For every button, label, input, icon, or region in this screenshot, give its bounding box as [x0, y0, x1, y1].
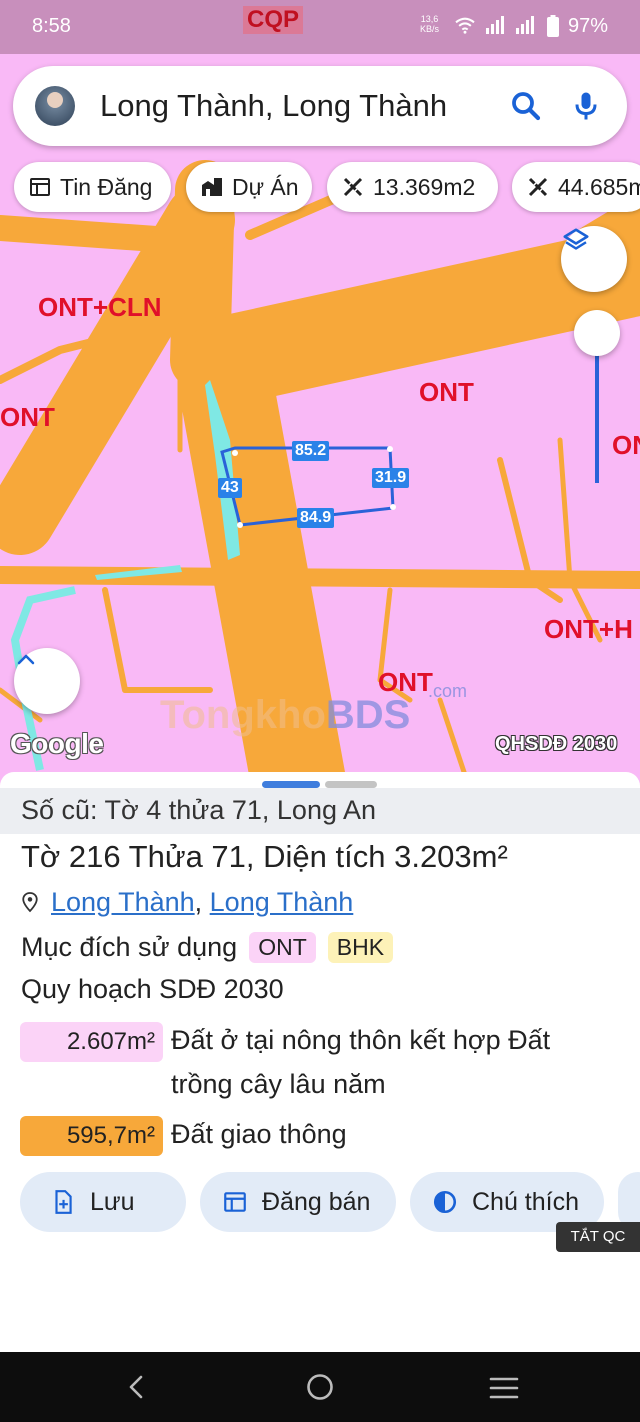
area-value: 595,7m² [20, 1116, 163, 1156]
opacity-slider-handle[interactable] [574, 310, 620, 356]
location-link-district[interactable]: Long Thành [51, 887, 195, 917]
parcel-info-sheet: Số cũ: Tờ 4 thửa 71, Long An Tờ 216 Thửa… [0, 772, 640, 1352]
search-bar[interactable]: Long Thành, Long Thành [13, 66, 627, 146]
chip-distance-measure[interactable]: 44.685m [512, 162, 640, 212]
status-bar: 8:58 CQP 13,6 KB/s 97% [0, 0, 640, 54]
zone-label-ont-h: ONT+H [544, 614, 633, 644]
dimension-label: 43 [218, 478, 242, 498]
sheet-handle[interactable] [325, 781, 377, 788]
chevron-up-icon [17, 654, 35, 665]
land-use-label: Mục đích sử dụng [21, 932, 238, 962]
legend-icon [433, 1190, 457, 1214]
old-parcel-text: Số cũ: Tờ 4 thửa 71, Long An [21, 795, 377, 825]
area-description: Đất ở tại nông thôn kết hợp Đất trồng câ… [171, 1025, 551, 1099]
system-nav-bar [0, 1352, 640, 1422]
google-logo: Google [10, 728, 104, 759]
post-sale-label: Đăng bán [262, 1187, 371, 1216]
back-icon[interactable] [124, 1374, 148, 1400]
plan-area-row: 2.607m² Đất ở tại nông thôn kết hợp Đất … [20, 1022, 611, 1106]
measure-icon [343, 177, 363, 197]
carrier-badge: CQP [243, 6, 304, 34]
location-link-town[interactable]: Long Thành [210, 887, 354, 917]
recent-apps-icon[interactable] [488, 1376, 520, 1400]
dimension-label: 84.9 [297, 508, 335, 528]
land-use-tag-ont[interactable]: ONT [249, 932, 316, 963]
avatar[interactable] [35, 86, 75, 126]
location-separator: , [194, 887, 210, 917]
wifi-icon [455, 17, 475, 34]
post-sale-icon [224, 1192, 246, 1212]
legend-label: Chú thích [472, 1187, 580, 1216]
buildings-icon [202, 178, 222, 196]
battery-percent: 97% [568, 15, 609, 37]
post-sale-button[interactable]: Đăng bán [200, 1172, 396, 1232]
land-use-row: Mục đích sử dụng ONT BHK [21, 932, 394, 963]
signal-icon [486, 16, 504, 34]
search-icon[interactable] [508, 88, 544, 124]
layers-button[interactable] [561, 226, 627, 292]
network-speed: 13,6 KB/s [420, 14, 440, 34]
chip-projects[interactable]: Dự Án [186, 162, 312, 212]
land-use-tag-bhk[interactable]: BHK [327, 932, 394, 963]
zone-label-ont-cln: ONT+CLN [38, 292, 162, 322]
chip-listings[interactable]: Tin Đăng [14, 162, 171, 212]
area-value: 2.607m² [20, 1022, 163, 1062]
home-icon[interactable] [305, 1372, 335, 1402]
search-input[interactable]: Long Thành, Long Thành [100, 88, 447, 124]
dimension-label: 85.2 [292, 441, 330, 461]
chip-label: 13.369m2 [373, 173, 476, 200]
clock: 8:58 [32, 15, 71, 37]
zone-label-ont: ONT [0, 402, 55, 432]
save-button[interactable]: Lưu [20, 1172, 186, 1232]
hide-ads-button[interactable]: TẮT QC [556, 1222, 640, 1252]
dimension-label: 31.9 [372, 468, 410, 488]
parcel-title: Tờ 216 Thửa 71, Diện tích 3.203m² [21, 839, 508, 874]
measure-icon [528, 177, 548, 197]
zone-label-ont-partial: ONT [612, 430, 640, 460]
chip-area-measure[interactable]: 13.369m2 [327, 162, 498, 212]
chip-label: 44.685m [558, 173, 640, 200]
save-label: Lưu [90, 1187, 135, 1216]
plan-label: Quy hoạch SDĐ 2030 [21, 974, 284, 1004]
sheet-handle-active[interactable] [262, 781, 320, 788]
battery-icon [547, 15, 559, 37]
location-row: Long Thành, Long Thành [21, 887, 353, 918]
expand-sheet-button[interactable] [14, 648, 80, 714]
plan-area-row: 595,7m² Đất giao thông [20, 1116, 611, 1156]
area-description: Đất giao thông [171, 1119, 347, 1149]
save-doc-icon [55, 1190, 72, 1214]
signal-icon [516, 16, 534, 34]
chip-label: Tin Đăng [60, 173, 153, 200]
watermark: TongkhoBDS .com [160, 681, 468, 737]
layers-icon [563, 228, 589, 250]
zone-label-ont: ONT [419, 377, 474, 407]
chip-label: Dự Án [232, 173, 299, 200]
microphone-icon[interactable] [568, 88, 604, 124]
listing-icon [30, 178, 50, 196]
plan-badge: QHSDĐ 2030 [495, 733, 618, 755]
old-parcel-row: Số cũ: Tờ 4 thửa 71, Long An [0, 788, 640, 834]
location-pin-icon [22, 892, 38, 913]
